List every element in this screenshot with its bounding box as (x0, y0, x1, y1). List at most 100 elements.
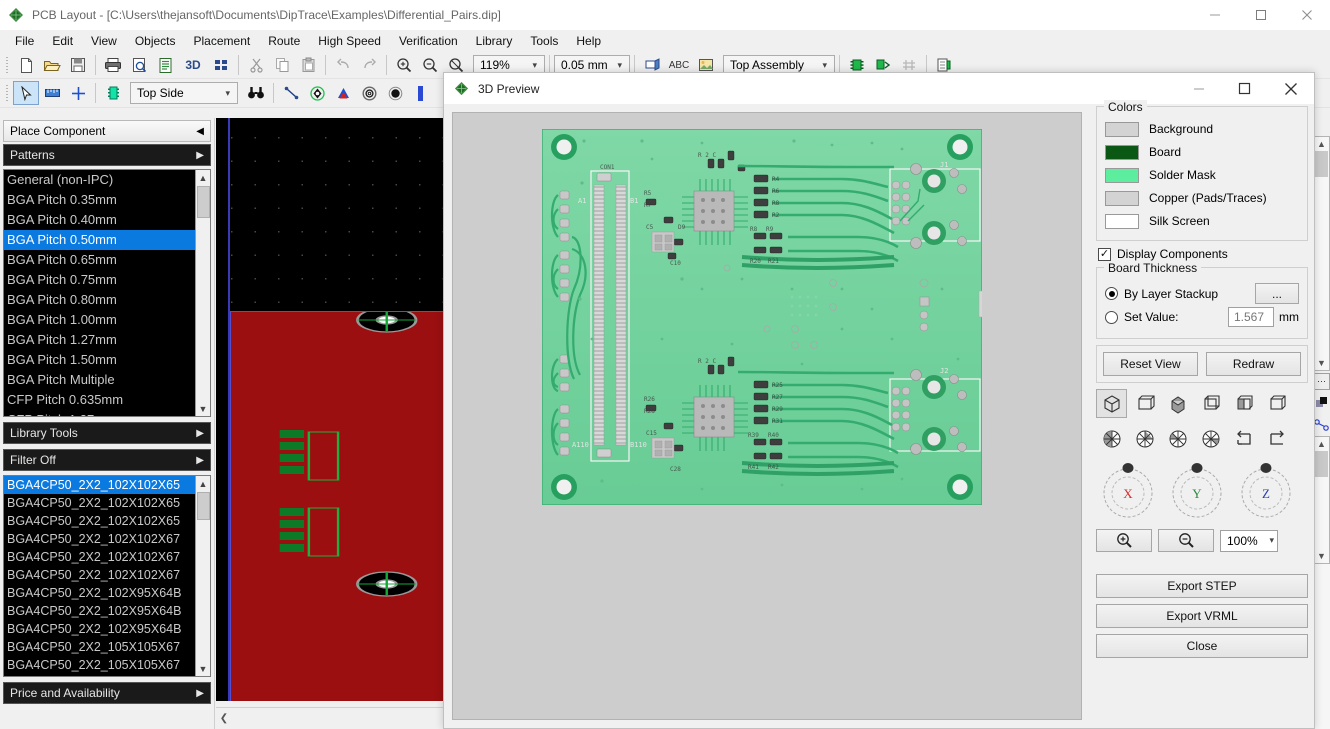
scroll-down-icon[interactable]: ▼ (195, 401, 210, 416)
color-swatch[interactable] (1105, 167, 1139, 183)
report-icon[interactable] (152, 53, 178, 77)
list-item[interactable]: BGA4CP50_2X2_102X102X65 (4, 494, 195, 512)
list-item[interactable]: BGA4CP50_2X2_102X102X67 (4, 530, 195, 548)
toolbar-grip[interactable] (4, 55, 11, 75)
trace-icon[interactable] (278, 81, 304, 105)
list-item[interactable]: BGA Pitch 0.40mm (4, 210, 195, 230)
display-components-checkbox[interactable]: ✓ (1098, 247, 1111, 261)
list-item[interactable]: BGA Pitch 1.00mm (4, 310, 195, 330)
set-value-row[interactable]: Set Value: 1.567 mm (1105, 307, 1299, 327)
3d-viewport[interactable]: A1 B1 A110 B110 J1 J2 R4 R6 R8 R2 R8 R9 R20 R21 … (452, 112, 1082, 720)
close-dialog-button[interactable]: Close (1096, 634, 1308, 658)
list-item[interactable]: General (non-IPC) (4, 170, 195, 190)
list-item[interactable]: BGA4CP50_2X2_102X102X67 (4, 548, 195, 566)
zoom-in-button[interactable] (1096, 529, 1152, 552)
dialog-close-button[interactable] (1268, 73, 1314, 104)
layer-square-icon[interactable] (1313, 394, 1330, 412)
view-shaded-icon[interactable] (1195, 389, 1226, 418)
export-step-button[interactable]: Export STEP (1096, 574, 1308, 598)
export-vrml-button[interactable]: Export VRML (1096, 604, 1308, 628)
minimize-button[interactable] (1192, 0, 1238, 30)
dial-y[interactable]: Y (1169, 463, 1225, 519)
scroll-track[interactable] (195, 218, 210, 401)
view-sphere-1-icon[interactable] (1096, 424, 1127, 453)
thickness-input[interactable]: 1.567 (1228, 307, 1274, 327)
view-half-icon[interactable] (1228, 389, 1259, 418)
list-item[interactable]: BGA Pitch 0.35mm (4, 190, 195, 210)
component-icon[interactable] (100, 81, 126, 105)
undo-icon[interactable] (330, 53, 356, 77)
price-availability-header[interactable]: Price and Availability ▶ (3, 682, 211, 704)
scroll-track[interactable] (195, 520, 210, 661)
list-item[interactable]: BGA Pitch Multiple (4, 370, 195, 390)
scroll-down-icon[interactable]: ▼ (195, 661, 210, 676)
right-scrollbar-top[interactable]: ▲ ▼ (1313, 136, 1330, 371)
close-button[interactable] (1284, 0, 1330, 30)
menu-edit[interactable]: Edit (43, 32, 82, 50)
print-icon[interactable] (100, 53, 126, 77)
list-item[interactable]: BGA4CP50_2X2_102X95X64B (4, 620, 195, 638)
menu-objects[interactable]: Objects (126, 32, 185, 50)
color-row[interactable]: Background (1105, 119, 1299, 139)
cut-icon[interactable] (243, 53, 269, 77)
dialog-minimize-button[interactable] (1176, 73, 1222, 104)
scroll-thumb[interactable] (196, 186, 210, 218)
scroll-up-icon[interactable]: ▲ (1315, 137, 1329, 151)
list-item[interactable]: BGA4CP50_2X2_102X95X64B (4, 602, 195, 620)
through-pad-icon[interactable] (356, 81, 382, 105)
list-item[interactable]: BGA Pitch 1.50mm (4, 350, 195, 370)
origin-icon[interactable] (65, 81, 91, 105)
menu-verification[interactable]: Verification (390, 32, 467, 50)
list-item[interactable]: BGA Pitch 0.50mm (4, 230, 195, 250)
list-item[interactable]: BGA Pitch 1.27mm (4, 330, 195, 350)
by-layer-stackup-radio[interactable] (1105, 287, 1118, 300)
list-item[interactable]: BGA4CP50_2X2_102X102X65 (4, 512, 195, 530)
zoom-level-dropdown[interactable]: 100% ▾ (1220, 529, 1278, 552)
view-wireframe-icon[interactable] (1129, 389, 1160, 418)
scroll-up-icon[interactable]: ▲ (195, 170, 210, 185)
scroll-down-icon[interactable]: ▼ (1315, 549, 1329, 563)
scroll-thumb[interactable] (1315, 151, 1328, 177)
dialog-maximize-button[interactable] (1222, 73, 1268, 104)
more-options-button[interactable]: ⋯ (1313, 373, 1330, 390)
display-components-row[interactable]: ✓ Display Components (1098, 247, 1308, 261)
copy-icon[interactable] (269, 53, 295, 77)
open-folder-icon[interactable] (39, 53, 65, 77)
pointer-icon[interactable] (13, 81, 39, 105)
color-swatch[interactable] (1105, 213, 1139, 229)
right-scrollbar-bottom[interactable]: ▲ ▼ (1313, 436, 1330, 564)
view-solid-icon[interactable] (1162, 389, 1193, 418)
color-swatch[interactable] (1105, 144, 1139, 160)
set-value-radio[interactable] (1105, 310, 1118, 324)
paste-icon[interactable] (295, 53, 321, 77)
maximize-button[interactable] (1238, 0, 1284, 30)
library-tools-header[interactable]: Library Tools ▶ (3, 422, 211, 444)
scroll-track[interactable] (1315, 477, 1329, 549)
patterns-scrollbar[interactable]: ▲ ▼ (195, 170, 210, 416)
list-item[interactable]: BGA4CP50_2X2_102X95X64B (4, 584, 195, 602)
zoom-in-icon[interactable] (391, 53, 417, 77)
list-item[interactable]: BGA Pitch 0.80mm (4, 290, 195, 310)
patterns-header[interactable]: Patterns ▶ (3, 144, 211, 166)
list-item[interactable]: CFP Pitch 0.635mm (4, 390, 195, 410)
list-item[interactable]: BGA4CP50_2X2_105X105X67 (4, 638, 195, 656)
by-layer-stackup-row[interactable]: By Layer Stackup ... (1105, 283, 1299, 304)
color-row[interactable]: Board (1105, 142, 1299, 162)
menu-file[interactable]: File (6, 32, 43, 50)
3d-preview-button[interactable]: 3D (178, 53, 208, 77)
rotate-left-icon[interactable] (1228, 424, 1259, 453)
scroll-thumb[interactable] (196, 492, 210, 520)
color-swatch[interactable] (1105, 121, 1139, 137)
reset-view-button[interactable]: Reset View (1103, 352, 1198, 376)
print-preview-icon[interactable] (126, 53, 152, 77)
menu-help[interactable]: Help (567, 32, 610, 50)
list-item[interactable]: BGA4CP50_2X2_102X102X67 (4, 566, 195, 584)
list-item[interactable]: BGA Pitch 0.65mm (4, 250, 195, 270)
color-row[interactable]: Copper (Pads/Traces) (1105, 188, 1299, 208)
rotate-right-icon[interactable] (1261, 424, 1292, 453)
view-outline-icon[interactable] (1261, 389, 1292, 418)
menu-tools[interactable]: Tools (521, 32, 567, 50)
scroll-thumb[interactable] (1315, 451, 1328, 477)
view-isometric-icon[interactable] (1096, 389, 1127, 418)
zoom-out-icon[interactable] (417, 53, 443, 77)
